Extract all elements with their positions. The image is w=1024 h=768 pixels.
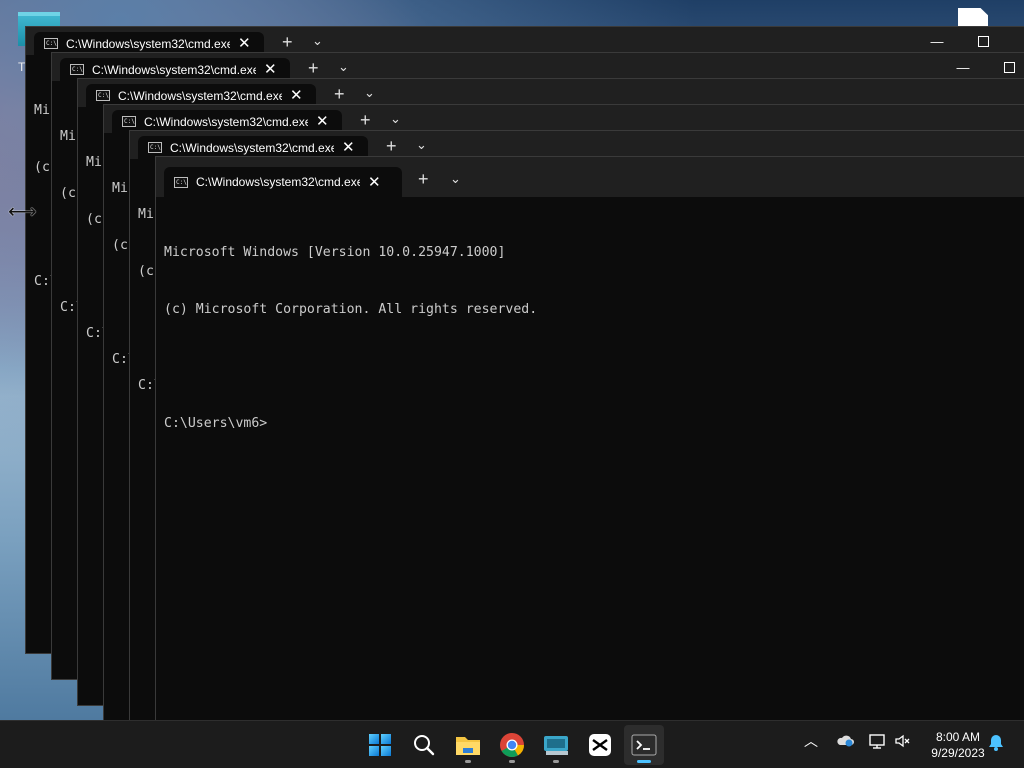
- tab-dropdown-button[interactable]: ⌄: [338, 59, 349, 75]
- console-line: (c) Microsoft Corporation. All rights re…: [164, 302, 538, 317]
- terminal-tab[interactable]: C:\ C:\Windows\system32\cmd.exe ✕: [112, 110, 342, 133]
- new-tab-button[interactable]: +: [334, 84, 345, 104]
- minimize-button[interactable]: —: [940, 53, 986, 81]
- cmd-icon: C:\: [148, 142, 162, 153]
- terminal-window-active[interactable]: C:\ C:\Windows\system32\cmd.exe ✕ + ⌄ Mi…: [156, 157, 1024, 768]
- clock-date: 9/29/2023: [931, 746, 985, 760]
- tab-close-icon[interactable]: ✕: [342, 140, 355, 155]
- terminal-tab[interactable]: C:\ C:\Windows\system32\cmd.exe ✕: [86, 84, 316, 107]
- tab-close-icon[interactable]: ✕: [316, 114, 329, 129]
- tab-title: C:\Windows\system32\cmd.exe: [170, 140, 334, 155]
- file-explorer-button[interactable]: [448, 725, 488, 765]
- tab-close-icon[interactable]: ✕: [368, 175, 381, 190]
- running-indicator: [553, 760, 559, 763]
- terminal-button[interactable]: [624, 725, 664, 765]
- notification-bell-icon[interactable]: [988, 733, 1004, 755]
- cmd-icon: C:\: [70, 64, 84, 75]
- terminal-icon: [631, 734, 657, 756]
- console-prompt: C:\Users\vm6>: [164, 416, 268, 431]
- tab-title: C:\Windows\system32\cmd.exe: [92, 62, 256, 77]
- keyboard-app-button[interactable]: [536, 725, 576, 765]
- tab-close-icon[interactable]: ✕: [290, 88, 303, 103]
- console-output[interactable]: Microsoft Windows [Version 10.0.25947.10…: [164, 205, 537, 471]
- cmd-icon: C:\: [174, 176, 188, 188]
- title-bar[interactable]: C:\ C:\Windows\system32\cmd.exe ✕ + ⌄: [156, 157, 1024, 197]
- minimize-button[interactable]: —: [1012, 79, 1024, 107]
- system-clock[interactable]: 8:00 AM 9/29/2023: [918, 729, 998, 761]
- folder-icon: [456, 737, 480, 755]
- volume-muted-icon[interactable]: [894, 733, 912, 753]
- clock-time: 8:00 AM: [935, 730, 981, 744]
- windows-logo-icon: [369, 734, 391, 756]
- search-button[interactable]: [404, 725, 444, 765]
- desktop-icon-label: T: [18, 60, 26, 74]
- tab-close-icon[interactable]: ✕: [264, 62, 277, 77]
- tab-title: C:\Windows\system32\cmd.exe: [144, 114, 308, 129]
- maximize-icon: [977, 35, 989, 47]
- new-tab-button[interactable]: +: [282, 32, 293, 52]
- onedrive-icon[interactable]: [836, 733, 854, 751]
- taskbar: ︿ 8:00 AM 9/29/2023: [0, 720, 1024, 768]
- terminal-tab[interactable]: C:\ C:\Windows\system32\cmd.exe ✕: [34, 32, 264, 55]
- tab-dropdown-button[interactable]: ⌄: [416, 137, 427, 153]
- terminal-tab[interactable]: C:\ C:\Windows\system32\cmd.exe ✕: [60, 58, 290, 81]
- running-indicator: [509, 760, 515, 763]
- cmd-icon: C:\: [122, 116, 136, 127]
- title-bar[interactable]: C:\ C:\Windows\system32\cmd.exe ✕ + ⌄: [130, 131, 1024, 159]
- new-tab-button[interactable]: +: [418, 169, 429, 189]
- tab-dropdown-button[interactable]: ⌄: [312, 33, 323, 49]
- capcut-icon: [589, 734, 611, 756]
- keyboard-icon: [544, 736, 568, 755]
- terminal-tab[interactable]: C:\ C:\Windows\system32\cmd.exe ✕: [138, 136, 368, 159]
- resize-cursor-icon: ⟷: [8, 201, 37, 223]
- show-hidden-icons-chevron[interactable]: ︿: [804, 731, 818, 751]
- tab-title: C:\Windows\system32\cmd.exe: [196, 175, 360, 189]
- new-tab-button[interactable]: +: [308, 58, 319, 78]
- start-button[interactable]: [360, 725, 400, 765]
- tab-dropdown-button[interactable]: ⌄: [450, 171, 461, 187]
- active-indicator: [637, 760, 651, 763]
- cmd-icon: C:\: [96, 90, 110, 101]
- maximize-button[interactable]: [960, 27, 1006, 55]
- maximize-button[interactable]: [986, 53, 1024, 81]
- minimize-button[interactable]: —: [914, 27, 960, 55]
- chrome-button[interactable]: [492, 725, 532, 765]
- maximize-icon: [1003, 61, 1015, 73]
- tab-dropdown-button[interactable]: ⌄: [364, 85, 375, 101]
- console-line: Microsoft Windows [Version 10.0.25947.10…: [164, 245, 506, 260]
- new-tab-button[interactable]: +: [386, 136, 397, 156]
- chrome-icon: [500, 733, 524, 758]
- terminal-tab[interactable]: C:\ C:\Windows\system32\cmd.exe ✕: [164, 167, 402, 197]
- search-icon: [414, 735, 435, 756]
- cmd-icon: C:\: [44, 38, 58, 49]
- new-tab-button[interactable]: +: [360, 110, 371, 130]
- title-bar[interactable]: C:\ C:\Windows\system32\cmd.exe ✕ + ⌄ —: [52, 53, 1024, 81]
- running-indicator: [465, 760, 471, 763]
- tab-dropdown-button[interactable]: ⌄: [390, 111, 401, 127]
- tab-title: C:\Windows\system32\cmd.exe: [66, 36, 230, 51]
- tab-close-icon[interactable]: ✕: [238, 36, 251, 51]
- title-bar[interactable]: C:\ C:\Windows\system32\cmd.exe ✕ + ⌄: [104, 105, 1024, 133]
- network-icon[interactable]: [868, 733, 886, 753]
- capcut-button[interactable]: [580, 725, 620, 765]
- title-bar[interactable]: C:\ C:\Windows\system32\cmd.exe ✕ + ⌄ —: [78, 79, 1024, 107]
- tab-title: C:\Windows\system32\cmd.exe: [118, 88, 282, 103]
- title-bar[interactable]: C:\ C:\Windows\system32\cmd.exe ✕ + ⌄ —: [26, 27, 1024, 55]
